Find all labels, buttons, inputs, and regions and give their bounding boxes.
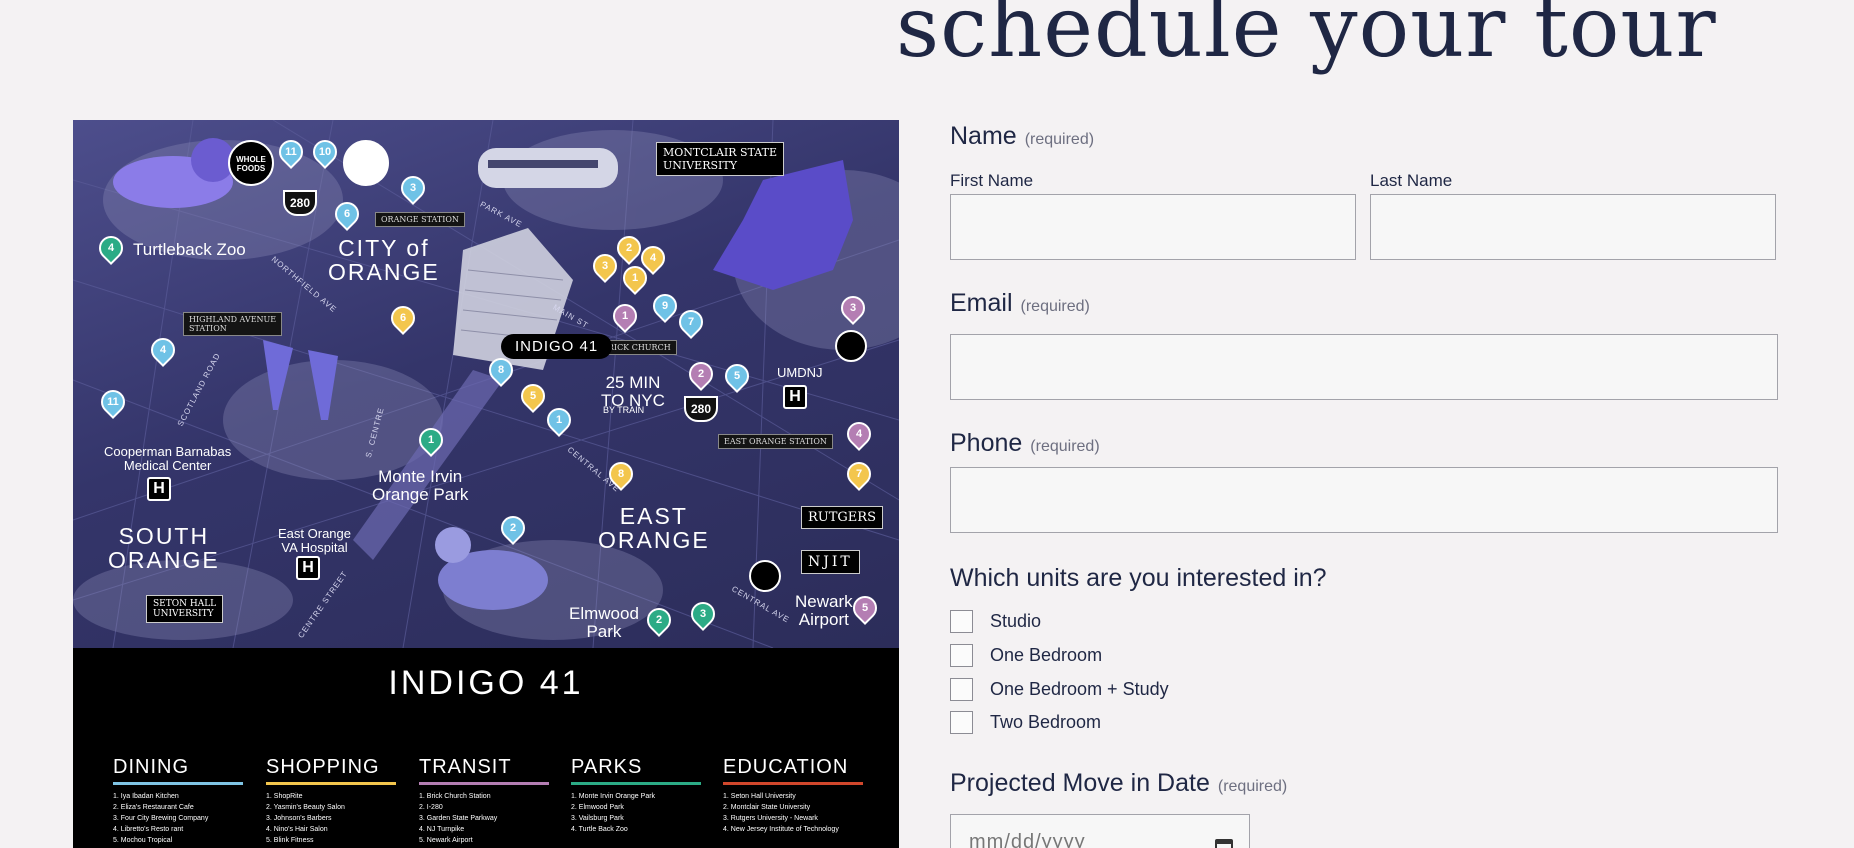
move-date-input[interactable]: mm/dd/yyyy [950, 814, 1250, 848]
last-name-label: Last Name [1370, 171, 1453, 190]
first-name-label: First Name [950, 171, 1034, 190]
label-va-hospital: East Orange VA Hospital [278, 526, 351, 555]
unit-option-one-bedroom-study[interactable]: One Bedroom + Study [950, 678, 1169, 701]
hwy-280-shield-2: 280 [684, 396, 718, 422]
indigo-map-badge: INDIGO 41 [501, 334, 613, 359]
rutgers-badge: RUTGERS [801, 506, 883, 529]
legend-item: 4. Nino's Hair Salon [266, 826, 328, 833]
checkbox[interactable] [950, 711, 973, 734]
move-date-label: Projected Move in Date (required) [950, 769, 1288, 797]
first-name-input[interactable] [950, 194, 1356, 260]
legend-item: 3. Rutgers University - Newark [723, 815, 818, 822]
legend-item: 2. Yasmin's Beauty Salon [266, 804, 345, 811]
unit-option-two-bedroom[interactable]: Two Bedroom [950, 711, 1101, 734]
unit-option-one-bedroom[interactable]: One Bedroom [950, 644, 1102, 667]
label-east-orange: EAST ORANGE [598, 503, 710, 554]
option-label: One Bedroom + Study [990, 679, 1169, 699]
label-city-of-orange: CITY of ORANGE [328, 235, 440, 286]
train-illustration [478, 148, 618, 188]
label-south-orange: SOUTH ORANGE [108, 523, 220, 574]
legend-item: 4. New Jersey Institute of Technology [723, 826, 839, 833]
parkway-logo-2 [749, 560, 781, 592]
legend-item: 3. Vailsburg Park [571, 815, 624, 822]
legend-item: 1. Iya Ibadan Kitchen [113, 793, 179, 800]
parkway-logo [835, 330, 867, 362]
label-cooperman: Cooperman Barnabas Medical Center [104, 444, 232, 473]
legend-item: 5. Newark Airport [419, 837, 473, 844]
page-title: schedule your tour [896, 0, 1717, 76]
legend-item: 1. ShopRite [266, 793, 303, 800]
label-umdnj: UMDNJ [777, 365, 823, 380]
dog-illustration [435, 527, 548, 610]
date-placeholder: mm/dd/yyyy [969, 831, 1086, 848]
phone-input[interactable] [950, 467, 1778, 533]
station-east-orange: EAST ORANGE STATION [718, 434, 833, 449]
required-note: (required) [1030, 438, 1100, 455]
legend-title: EDUCATION [723, 756, 863, 785]
station-orange: ORANGE STATION [375, 212, 465, 227]
hospital-icon-umdnj: H [783, 385, 807, 409]
indigo-legend-logo: INDIGO 41 [388, 664, 584, 702]
last-name-input[interactable] [1370, 194, 1776, 260]
checkbox[interactable] [950, 644, 973, 667]
label-turtleback-zoo: Turtleback Zoo [133, 240, 246, 259]
legend-item: 4. NJ Turnpike [419, 826, 465, 833]
legend-item: 1. Brick Church Station [419, 793, 491, 800]
checkbox[interactable] [950, 678, 973, 701]
legend-item: 4. Turtle Back Zoo [571, 826, 628, 833]
legend-item: 3. Four City Brewing Company [113, 815, 209, 822]
legend-item: 1. Monte Irvin Orange Park [571, 793, 656, 800]
map-area: CITY of ORANGE EAST ORANGE SOUTH ORANGE Tur… [73, 120, 899, 648]
required-note: (required) [1217, 778, 1288, 795]
legend-shopping: SHOPPING 1. ShopRite 2. Yasmin's Beauty … [266, 756, 396, 846]
neighborhood-map: CITY of ORANGE EAST ORANGE SOUTH ORANGE Tur… [73, 120, 899, 848]
legend-item: 2. I-280 [419, 804, 443, 811]
legend-title: TRANSIT [419, 756, 549, 785]
label-elmwood: Elmwood Park [569, 604, 639, 641]
hospital-icon-va: H [296, 556, 320, 580]
email-label: Email (required) [950, 289, 1090, 317]
required-note: (required) [1020, 298, 1090, 315]
required-note: (required) [1024, 131, 1095, 148]
email-input[interactable] [950, 334, 1778, 400]
legend-item: 3. Johnson's Barbers [266, 815, 332, 822]
option-label: Two Bedroom [990, 712, 1102, 732]
legend-title: SHOPPING [266, 756, 396, 785]
phone-label: Phone (required) [950, 429, 1100, 457]
name-label: Name (required) [950, 122, 1095, 150]
montclair-badge: MONTCLAIR STATE UNIVERSITY [656, 142, 785, 176]
hospital-icon-cooperman: H [147, 477, 171, 501]
legend-title: DINING [113, 756, 243, 785]
unit-option-studio[interactable]: Studio [950, 610, 1041, 633]
whole-foods-logo: WHOLE FOODS [228, 140, 274, 186]
label-newark-airport: Newark Airport [795, 592, 853, 629]
legend-dining: DINING 1. Iya Ibadan Kitchen 2. Eliza's … [113, 756, 243, 846]
njit-badge: NJIT [801, 550, 860, 574]
legend-education: EDUCATION 1. Seton Hall University 2. Mo… [723, 756, 863, 835]
units-label: Which units are you interested in? [950, 564, 1327, 592]
station-highland: HIGHLAND AVENUE STATION [183, 312, 283, 336]
legend-item: 4. Libretto's Resto rant [113, 826, 184, 833]
hwy-280-shield: 280 [283, 190, 317, 216]
starbucks-logo [343, 140, 389, 186]
checkbox[interactable] [950, 610, 973, 633]
seton-hall-badge: SETON HALL UNIVERSITY [146, 595, 224, 623]
label-monte-irvin: Monte Irvin Orange Park [372, 467, 469, 504]
label-nyc-sub: BY TRAIN [603, 405, 645, 415]
legend-transit: TRANSIT 1. Brick Church Station 2. I-280… [419, 756, 549, 846]
legend-title: PARKS [571, 756, 701, 785]
legend-item: 2. Eliza's Restaurant Cafe [113, 804, 194, 811]
legend-item: 5. Mochou Tropical [113, 837, 173, 844]
legend-item: 3. Garden State Parkway [419, 815, 498, 822]
calendar-icon[interactable] [1215, 839, 1233, 848]
legend-parks: PARKS 1. Monte Irvin Orange Park 2. Elmw… [571, 756, 701, 835]
legend-item: 5. Blink Fitness [266, 837, 314, 844]
option-label: Studio [990, 611, 1042, 631]
legend-item: 1. Seton Hall University [723, 793, 796, 800]
legend-item: 2. Elmwood Park [571, 804, 624, 811]
legend-item: 2. Montclair State University [723, 804, 811, 811]
option-label: One Bedroom [990, 645, 1103, 665]
